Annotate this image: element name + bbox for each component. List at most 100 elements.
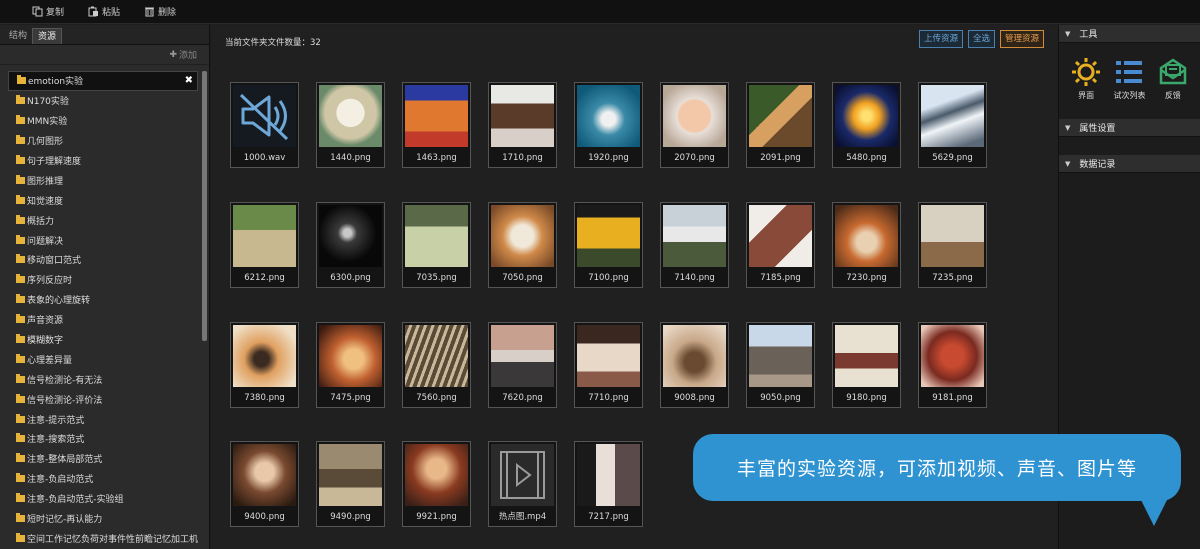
image-thumbnail [491,325,554,387]
file-thumb[interactable]: 9050.png [746,322,815,408]
file-thumb[interactable]: 7100.png [574,202,643,288]
list-item-label: 空间工作记忆负荷对事件性前瞻记忆加工机制的 [27,534,198,545]
file-name: 9008.png [674,393,715,403]
image-thumbnail [233,325,296,387]
file-thumb[interactable]: 2070.png [660,82,729,168]
list-item[interactable]: 注意-整体局部范式 [8,449,198,469]
file-thumb[interactable]: 7230.png [832,202,901,288]
image-thumbnail [405,325,468,387]
file-thumb[interactable]: 1920.png [574,82,643,168]
list-item-label: 注意-搜索范式 [27,435,85,446]
file-thumb[interactable]: 9008.png [660,322,729,408]
list-item[interactable]: 注意-提示范式 [8,409,198,429]
file-thumb[interactable]: 5480.png [832,82,901,168]
list-item[interactable]: 心理差异量 [8,349,198,369]
file-name: 7560.png [416,393,457,403]
folder-icon [16,453,25,463]
list-item[interactable]: 注意-负启动范式 [8,469,198,489]
collapse-triangle-icon: ▼ [1065,29,1071,38]
copy-button[interactable]: 复制 [32,5,64,18]
file-thumb[interactable]: 7710.png [574,322,643,408]
list-item[interactable]: 模糊数字 [8,330,198,350]
file-thumb[interactable]: 7050.png [488,202,557,288]
list-item[interactable]: N170实验 [8,91,198,111]
file-thumb[interactable]: 7217.png [574,441,643,527]
folder-icon [17,75,26,85]
list-item[interactable]: 几何图形 [8,131,198,151]
list-scrollbar[interactable] [202,71,207,341]
list-item-label: 短时记忆-再认能力 [27,515,103,526]
list-item[interactable]: 移动窗口范式 [8,250,198,270]
tools-section-header[interactable]: ▼ 工具 [1059,25,1200,43]
file-name: 7100.png [588,273,629,283]
file-thumb[interactable]: 7560.png [402,322,471,408]
file-thumb[interactable]: 9180.png [832,322,901,408]
file-thumb[interactable]: 7140.png [660,202,729,288]
file-thumb[interactable]: 9181.png [918,322,987,408]
tab-resources[interactable]: 资源 [32,28,63,44]
records-section-header[interactable]: ▼ 数据记录 [1059,155,1200,173]
list-item[interactable]: MMN实验 [8,111,198,131]
select-all-button[interactable]: 全选 [967,30,995,48]
list-item[interactable]: 句子理解速度 [8,151,198,171]
file-thumb[interactable]: 5629.png [918,82,987,168]
add-resource-button[interactable]: ✚ 添加 [0,45,209,65]
file-thumb[interactable]: 7475.png [316,322,385,408]
image-thumbnail [577,325,640,387]
list-item-label: N170实验 [27,97,69,108]
file-thumb[interactable]: 1463.png [402,82,471,168]
list-item[interactable]: 信号检测论-有无法 [8,369,198,389]
list-item[interactable]: 问题解决 [8,230,198,250]
properties-section-header[interactable]: ▼ 属性设置 [1059,119,1200,137]
list-item[interactable]: 图形推理 [8,170,198,190]
paste-button[interactable]: 粘贴 [88,5,120,18]
tool-trial-list[interactable]: 试次列表 [1113,57,1145,101]
list-item[interactable]: emotion实验 ✖ [8,71,198,91]
delete-button[interactable]: 删除 [144,5,176,18]
list-item[interactable]: 注意-搜索范式 [8,429,198,449]
file-thumb[interactable]: 7185.png [746,202,815,288]
list-item-label: 注意-提示范式 [27,415,85,426]
list-item-label: 声音资源 [27,316,64,327]
tool-feedback[interactable]: 反馈 [1158,57,1188,101]
file-thumb[interactable]: 7620.png [488,322,557,408]
list-item[interactable]: 知觉速度 [8,190,198,210]
close-icon[interactable]: ✖ [185,75,193,86]
list-item-label: 心理差异量 [27,355,73,366]
file-thumb[interactable]: 7235.png [918,202,987,288]
file-thumb[interactable]: 6212.png [230,202,299,288]
file-thumb[interactable]: 热点图.mp4 [488,441,557,527]
upload-button[interactable]: 上传资源 [918,30,963,48]
paste-icon [88,6,99,17]
folder-icon [16,513,25,523]
list-item[interactable]: 声音资源 [8,310,198,330]
resource-actions: 上传资源 全选 管理资源 [914,30,1044,48]
tab-structure[interactable]: 结构 [4,28,32,44]
list-item[interactable]: 信号检测论-评价法 [8,389,198,409]
section-title: 数据记录 [1079,160,1116,170]
tool-interface[interactable]: 界面 [1071,57,1101,101]
file-thumb[interactable]: 1000.wav [230,82,299,168]
file-thumb[interactable]: 1710.png [488,82,557,168]
file-name: 7380.png [244,393,285,403]
file-thumb[interactable]: 1440.png [316,82,385,168]
file-thumb[interactable]: 6300.png [316,202,385,288]
paste-label: 粘贴 [102,8,121,18]
image-thumbnail [749,205,812,267]
file-thumb[interactable]: 9921.png [402,441,471,527]
folder-icon [16,274,25,284]
image-thumbnail [749,325,812,387]
list-item[interactable]: 注意-负启动范式-实验组 [8,489,198,509]
list-item[interactable]: 表象的心理旋转 [8,290,198,310]
file-thumb[interactable]: 2091.png [746,82,815,168]
file-name: 9050.png [760,393,801,403]
file-thumb[interactable]: 7380.png [230,322,299,408]
list-item[interactable]: 概括力 [8,210,198,230]
list-item[interactable]: 短时记忆-再认能力 [8,509,198,529]
list-item[interactable]: 空间工作记忆负荷对事件性前瞻记忆加工机制的 [8,528,198,548]
file-thumb[interactable]: 7035.png [402,202,471,288]
file-thumb[interactable]: 9490.png [316,441,385,527]
list-item[interactable]: 序列反应时 [8,270,198,290]
manage-button[interactable]: 管理资源 [999,30,1044,48]
file-thumb[interactable]: 9400.png [230,441,299,527]
